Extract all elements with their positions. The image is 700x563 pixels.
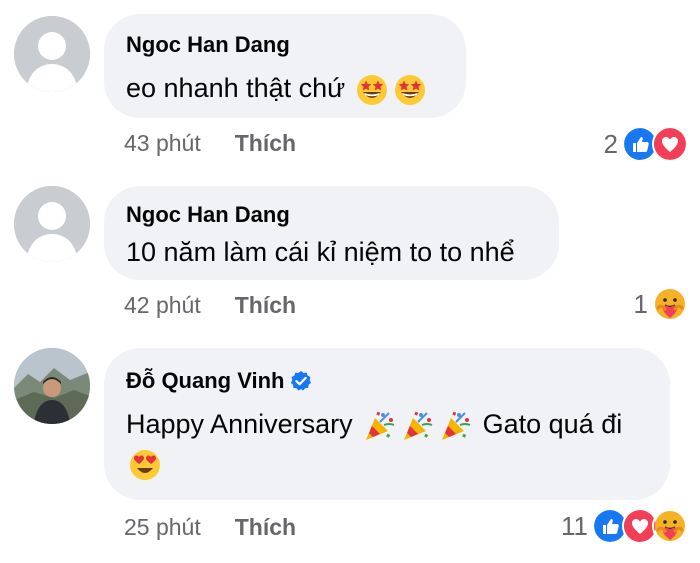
love-icon — [652, 126, 688, 162]
reaction-summary[interactable]: 2 — [604, 126, 688, 162]
comment-time[interactable]: 43 phút — [124, 130, 201, 157]
profile-photo-icon — [14, 348, 90, 424]
avatar-default-icon[interactable] — [14, 16, 90, 92]
reaction-count: 2 — [603, 128, 618, 159]
comment-time[interactable]: 42 phút — [124, 292, 201, 319]
reaction-summary[interactable]: 1 — [634, 286, 688, 322]
comment-text: Happy Anniversary Gato quá đi — [126, 404, 648, 444]
heart-eyes-emoji-icon — [128, 448, 162, 482]
comment-author[interactable]: Ngoc Han Dang — [126, 30, 444, 60]
avatar-photo[interactable] — [14, 348, 90, 424]
like-link[interactable]: Thích — [235, 130, 296, 157]
comment-text: eo nhanh thật chứ — [126, 68, 444, 108]
comment-author[interactable]: Đỗ Quang Vinh — [126, 366, 284, 396]
comment-bubble: Đỗ Quang Vinh Happy Anniversary Gato quá… — [104, 348, 670, 500]
care-icon — [652, 286, 688, 322]
comment-time[interactable]: 25 phút — [124, 514, 201, 541]
comment-text: 10 năm làm cái kỉ niệm to to nhể — [126, 237, 515, 267]
comment-author-row: Đỗ Quang Vinh — [126, 366, 648, 396]
reaction-count: 1 — [633, 288, 648, 319]
comment-meta: 43 phút Thích — [124, 130, 296, 157]
verified-badge-icon — [290, 370, 312, 392]
party-popper-emoji-icon — [363, 409, 397, 443]
comment-meta: 25 phút Thích — [124, 514, 296, 541]
reaction-summary[interactable]: 11 — [561, 508, 688, 544]
reaction-count: 11 — [561, 510, 588, 541]
like-link[interactable]: Thích — [235, 514, 296, 541]
care-icon — [652, 508, 688, 544]
star-struck-emoji-icon — [393, 73, 427, 107]
avatar-default-icon[interactable] — [14, 186, 90, 262]
like-link[interactable]: Thích — [235, 292, 296, 319]
comment-author[interactable]: Ngoc Han Dang — [126, 200, 537, 230]
comment-meta: 42 phút Thích — [124, 292, 296, 319]
party-popper-emoji-icon — [439, 409, 473, 443]
comment-bubble: Ngoc Han Dang eo nhanh thật chứ — [104, 14, 466, 118]
star-struck-emoji-icon — [355, 73, 389, 107]
party-popper-emoji-icon — [401, 409, 435, 443]
comment-bubble: Ngoc Han Dang 10 năm làm cái kỉ niệm to … — [104, 186, 559, 280]
